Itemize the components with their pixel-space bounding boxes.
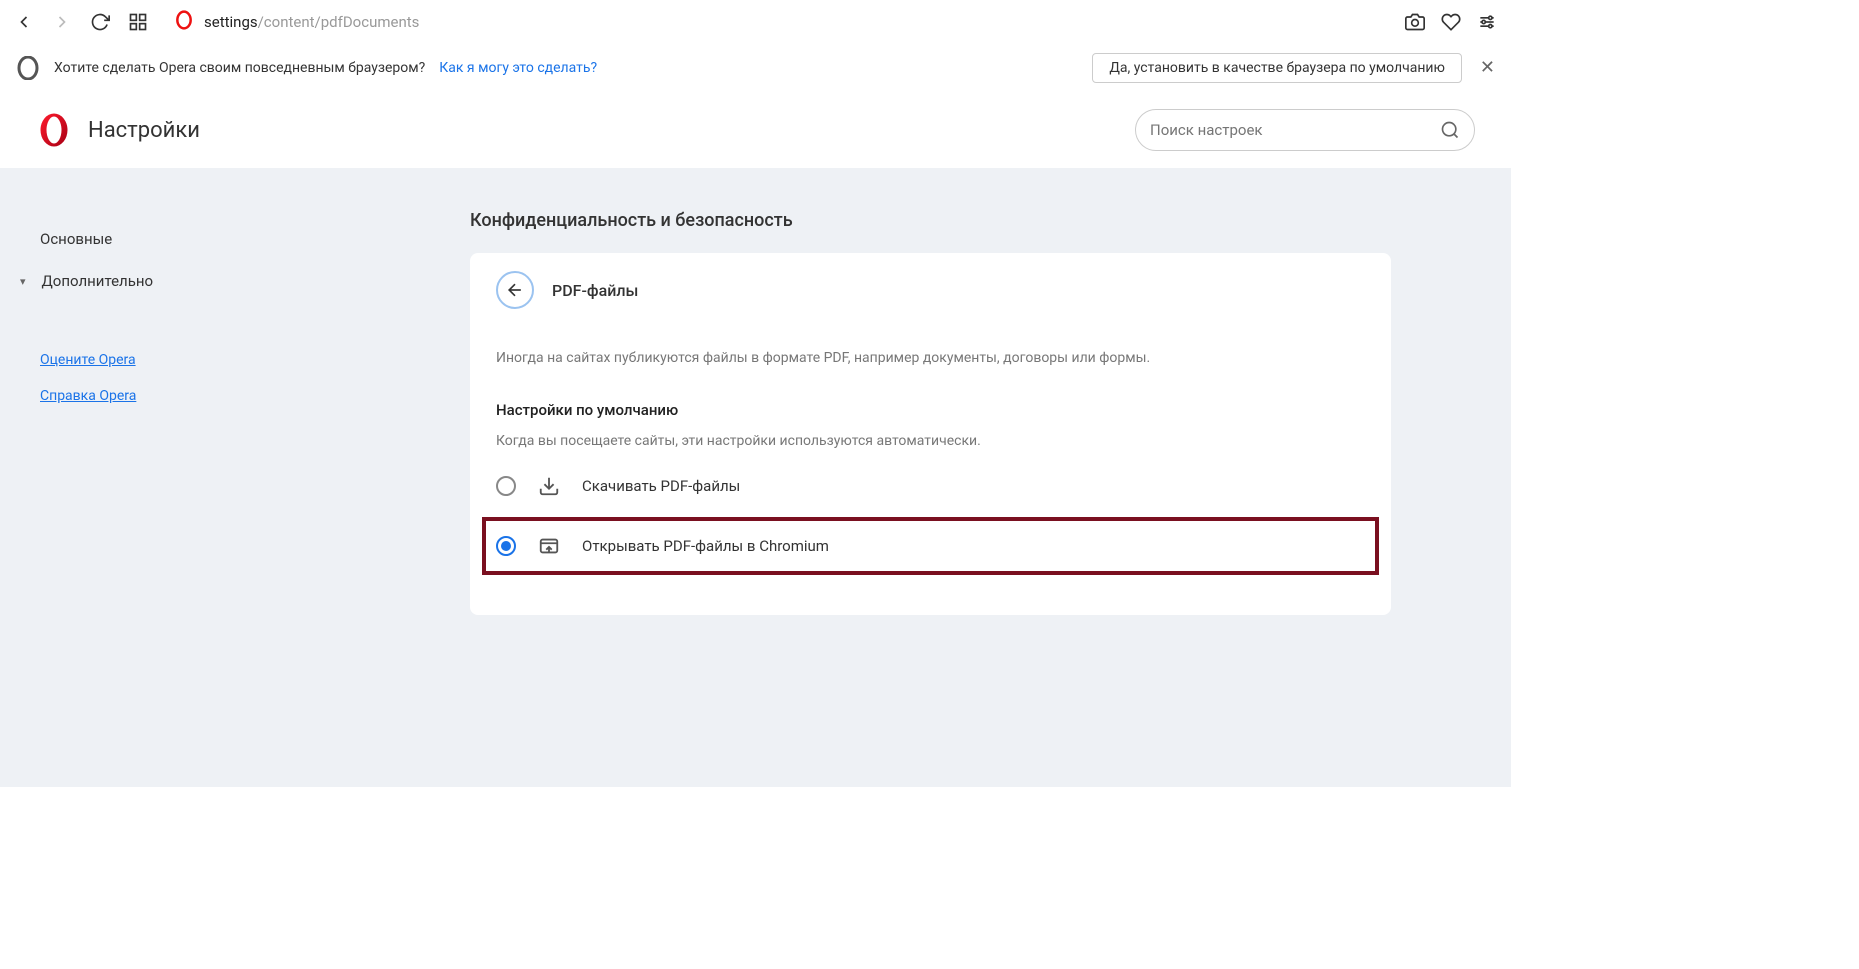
url-text: settings/content/pdfDocuments <box>204 13 419 31</box>
open-in-browser-icon <box>538 535 560 557</box>
sidebar-link-rate[interactable]: Оцените Opera <box>0 342 300 378</box>
page-title: Настройки <box>88 118 200 143</box>
search-icon <box>1440 120 1460 140</box>
close-notification-button[interactable]: ✕ <box>1480 59 1495 77</box>
defaults-description: Когда вы посещаете сайты, эти настройки … <box>496 433 1365 449</box>
heart-icon[interactable] <box>1439 10 1463 34</box>
camera-icon[interactable] <box>1403 10 1427 34</box>
notification-text: Хотите сделать Opera своим повседневным … <box>54 60 425 76</box>
card-title: PDF-файлы <box>552 281 638 300</box>
main-area: Основные Дополнительно Оцените Opera Спр… <box>0 168 1511 787</box>
radio-button[interactable] <box>496 476 516 496</box>
opera-logo-icon <box>36 112 72 148</box>
settings-toggle-icon[interactable] <box>1475 10 1499 34</box>
defaults-title: Настройки по умолчанию <box>496 401 1365 419</box>
url-bar[interactable]: settings/content/pdfDocuments <box>164 10 1389 34</box>
browser-toolbar: settings/content/pdfDocuments <box>0 0 1511 44</box>
option-label: Открывать PDF-файлы в Chromium <box>582 537 829 555</box>
radio-button[interactable] <box>496 536 516 556</box>
settings-header: Настройки <box>0 92 1511 168</box>
opera-logo-icon <box>16 56 40 80</box>
search-box[interactable] <box>1135 109 1475 151</box>
search-input[interactable] <box>1150 121 1440 139</box>
section-title: Конфиденциальность и безопасность <box>470 210 1391 231</box>
highlighted-option: Открывать PDF-файлы в Chromium <box>482 517 1379 575</box>
sidebar-item-advanced[interactable]: Дополнительно <box>0 260 300 302</box>
set-default-button[interactable]: Да, установить в качестве браузера по ум… <box>1092 53 1462 83</box>
opera-url-icon <box>174 10 194 34</box>
option-open-pdf[interactable]: Открывать PDF-файлы в Chromium <box>496 527 1365 565</box>
option-label: Скачивать PDF-файлы <box>582 477 740 495</box>
download-icon <box>538 475 560 497</box>
sidebar-item-basic[interactable]: Основные <box>0 218 300 260</box>
back-icon[interactable] <box>12 10 36 34</box>
option-download-pdf[interactable]: Скачивать PDF-файлы <box>496 461 1365 511</box>
reload-icon[interactable] <box>88 10 112 34</box>
apps-icon[interactable] <box>126 10 150 34</box>
sidebar: Основные Дополнительно Оцените Opera Спр… <box>0 168 300 787</box>
description-text: Иногда на сайтах публикуются файлы в фор… <box>496 349 1365 369</box>
notification-link[interactable]: Как я могу это сделать? <box>439 60 597 76</box>
default-browser-notification: Хотите сделать Opera своим повседневным … <box>0 44 1511 92</box>
forward-icon <box>50 10 74 34</box>
content: Конфиденциальность и безопасность PDF-фа… <box>300 168 1511 787</box>
back-button[interactable] <box>496 271 534 309</box>
settings-card: PDF-файлы Иногда на сайтах публикуются ф… <box>470 253 1391 615</box>
sidebar-link-help[interactable]: Справка Opera <box>0 378 300 414</box>
